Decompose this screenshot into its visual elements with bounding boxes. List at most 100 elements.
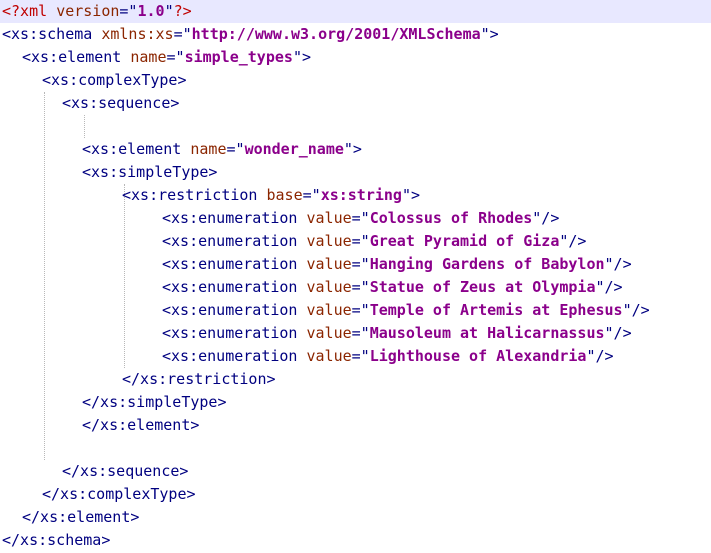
token-attr: value [306, 278, 352, 296]
code-line[interactable]: </xs:element> [0, 414, 711, 437]
token-tag: <xs:enumeration [162, 209, 307, 227]
token-attr: base [266, 186, 303, 204]
code-text: <xs:restriction base="xs:string"> [122, 184, 420, 207]
code-line[interactable]: <xs:enumeration value="Mausoleum at Hali… [0, 322, 711, 345]
code-line[interactable]: </xs:complexType> [0, 483, 711, 506]
code-line[interactable]: <xs:element name="wonder_name"> [0, 138, 711, 161]
code-line[interactable]: <xs:simpleType> [0, 161, 711, 184]
token-attr: value [306, 232, 352, 250]
token-attr: value [306, 255, 352, 273]
token-punct: "/> [604, 255, 632, 273]
token-pi: <?xml [2, 2, 57, 20]
token-val: 1.0 [137, 2, 165, 20]
code-text: </xs:schema> [2, 529, 110, 552]
token-attr: value [306, 209, 352, 227]
token-tag: <xs:enumeration [162, 278, 307, 296]
token-val: http://www.w3.org/2001/XMLSchema [191, 25, 481, 43]
token-punct: "> [480, 25, 499, 43]
token-punct: =" [226, 140, 245, 158]
token-punct: =" [351, 347, 370, 365]
code-text: <xs:enumeration value="Temple of Artemis… [162, 299, 650, 322]
code-text: <xs:enumeration value="Great Pyramid of … [162, 230, 586, 253]
code-text: <xs:enumeration value="Colossus of Rhode… [162, 207, 559, 230]
token-punct: =" [351, 301, 370, 319]
code-line[interactable]: </xs:restriction> [0, 368, 711, 391]
token-punct: " [164, 2, 174, 20]
code-line[interactable]: </xs:element> [0, 506, 711, 529]
code-text: </xs:element> [82, 414, 199, 437]
token-punct: "/> [595, 278, 623, 296]
token-tag: </xs:complexType> [42, 485, 196, 503]
token-punct: =" [351, 255, 370, 273]
token-val: xs:string [320, 186, 402, 204]
code-line[interactable]: <xs:complexType> [0, 69, 711, 92]
code-text: </xs:element> [22, 506, 139, 529]
token-attr: name [190, 140, 227, 158]
token-tag: <xs:enumeration [162, 347, 307, 365]
code-text: <xs:schema xmlns:xs="http://www.w3.org/2… [2, 23, 499, 46]
token-attr: value [306, 347, 352, 365]
code-text: </xs:simpleType> [82, 391, 227, 414]
token-punct: =" [351, 232, 370, 250]
token-punct: =" [166, 48, 185, 66]
code-line[interactable]: <xs:enumeration value="Temple of Artemis… [0, 299, 711, 322]
token-tag: </xs:simpleType> [82, 393, 227, 411]
code-text: <xs:complexType> [42, 69, 187, 92]
token-tag: <xs:sequence> [62, 94, 180, 112]
code-line[interactable]: </xs:sequence> [0, 460, 711, 483]
token-punct: =" [351, 209, 370, 227]
token-punct: "> [292, 48, 311, 66]
token-punct: =" [119, 2, 138, 20]
token-tag: <xs:element [22, 48, 131, 66]
token-val: Great Pyramid of Giza [369, 232, 560, 250]
code-line[interactable]: <xs:restriction base="xs:string"> [0, 184, 711, 207]
code-line[interactable] [0, 437, 711, 460]
token-tag: </xs:element> [22, 508, 140, 526]
token-val: wonder_name [244, 140, 344, 158]
token-tag: <xs:restriction [122, 186, 267, 204]
token-attr: value [306, 324, 352, 342]
token-tag: <xs:enumeration [162, 324, 307, 342]
code-line[interactable]: <xs:enumeration value="Lighthouse of Ale… [0, 345, 711, 368]
code-line[interactable]: <xs:enumeration value="Great Pyramid of … [0, 230, 711, 253]
token-tag: </xs:element> [82, 416, 200, 434]
token-punct: "/> [604, 324, 632, 342]
token-punct: =" [302, 186, 321, 204]
token-punct: =" [351, 324, 370, 342]
code-line[interactable]: </xs:simpleType> [0, 391, 711, 414]
token-tag: <xs:schema [2, 25, 102, 43]
token-punct: "/> [622, 301, 650, 319]
code-line[interactable] [0, 115, 711, 138]
token-punct: =" [173, 25, 192, 43]
token-tag: <xs:simpleType> [82, 163, 218, 181]
code-line[interactable]: <xs:enumeration value="Hanging Gardens o… [0, 253, 711, 276]
code-line-current[interactable]: <?xml version="1.0"?> [0, 0, 711, 23]
token-val: Mausoleum at Halicarnassus [369, 324, 605, 342]
token-val: Statue of Zeus at Olympia [369, 278, 596, 296]
token-tag: <xs:enumeration [162, 301, 307, 319]
token-pi: ?> [173, 2, 192, 20]
token-attr: xmlns:xs [101, 25, 174, 43]
token-attr: version [56, 2, 120, 20]
code-line[interactable]: <xs:schema xmlns:xs="http://www.w3.org/2… [0, 23, 711, 46]
code-text: <?xml version="1.0"?> [2, 0, 192, 23]
code-text: <xs:enumeration value="Statue of Zeus at… [162, 276, 623, 299]
code-line[interactable]: <xs:element name="simple_types"> [0, 46, 711, 69]
token-val: Temple of Artemis at Ephesus [369, 301, 623, 319]
token-punct: "> [343, 140, 362, 158]
token-attr: value [306, 301, 352, 319]
token-val: Colossus of Rhodes [369, 209, 533, 227]
code-line[interactable]: <xs:sequence> [0, 92, 711, 115]
token-val: Lighthouse of Alexandria [369, 347, 587, 365]
token-tag: </xs:sequence> [62, 462, 189, 480]
code-text: <xs:enumeration value="Hanging Gardens o… [162, 253, 632, 276]
code-line[interactable]: <xs:enumeration value="Statue of Zeus at… [0, 276, 711, 299]
code-text: <xs:simpleType> [82, 161, 217, 184]
code-text: <xs:enumeration value="Lighthouse of Ale… [162, 345, 614, 368]
code-text: <xs:sequence> [62, 92, 179, 115]
token-tag: <xs:enumeration [162, 232, 307, 250]
code-text: </xs:complexType> [42, 483, 196, 506]
xml-editor[interactable]: <?xml version="1.0"?> <xs:schema xmlns:xs… [0, 0, 711, 553]
code-line[interactable]: <xs:enumeration value="Colossus of Rhode… [0, 207, 711, 230]
code-line[interactable]: </xs:schema> [0, 529, 711, 552]
